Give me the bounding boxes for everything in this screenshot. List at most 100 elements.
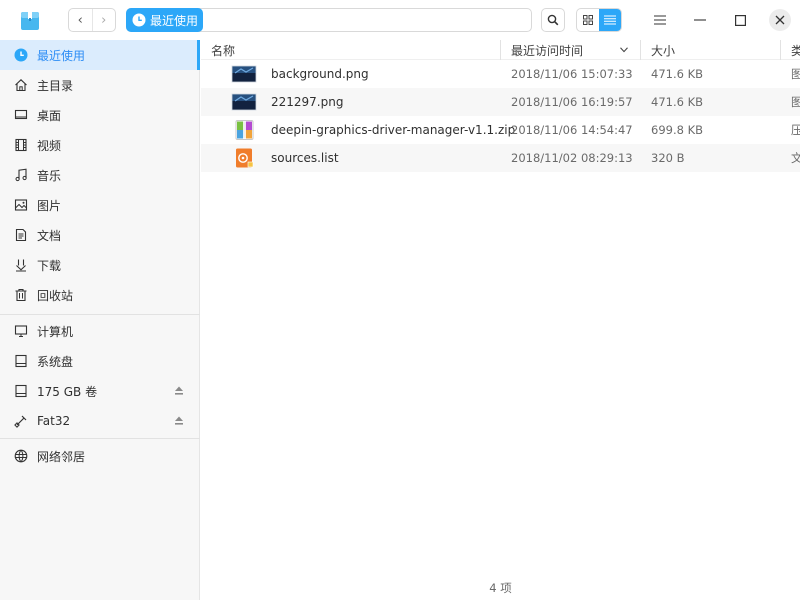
sidebar-item-downloads[interactable]: 下载 bbox=[0, 250, 200, 280]
navigation-buttons: ‹ › bbox=[68, 8, 116, 32]
disk-icon bbox=[13, 353, 29, 369]
file-access-time: 2018/11/06 16:19:57 bbox=[511, 95, 633, 109]
file-name: background.png bbox=[271, 67, 369, 81]
sidebar-item-label: 系统盘 bbox=[37, 354, 74, 369]
column-divider[interactable] bbox=[500, 40, 501, 60]
video-icon bbox=[13, 137, 29, 153]
back-button[interactable]: ‹ bbox=[69, 9, 92, 31]
image-file-icon bbox=[231, 65, 257, 83]
sort-chevron-down-icon[interactable] bbox=[620, 47, 628, 53]
computer-icon bbox=[13, 323, 29, 339]
sidebar-item-documents[interactable]: 文档 bbox=[0, 220, 200, 250]
disk-icon bbox=[13, 383, 29, 399]
column-header: 名称 最近访问时间 大小 类 bbox=[201, 40, 800, 60]
sidebar-item-label: 音乐 bbox=[37, 168, 62, 183]
close-button[interactable] bbox=[768, 8, 792, 32]
column-header-time-label: 最近访问时间 bbox=[511, 43, 584, 58]
file-name: 221297.png bbox=[271, 95, 344, 109]
file-name: deepin-graphics-driver-manager-v1.1.zip bbox=[271, 123, 516, 137]
sidebar-item-recent[interactable]: 最近使用 bbox=[0, 40, 200, 70]
sidebar-divider bbox=[0, 438, 200, 439]
address-bar[interactable]: 最近使用 bbox=[126, 8, 532, 32]
table-row[interactable]: sources.list 2018/11/02 08:29:13 320 B 文 bbox=[201, 144, 800, 172]
sidebar-divider bbox=[0, 314, 200, 315]
text-file-icon bbox=[236, 148, 254, 168]
title-bar: ‹ › 最近使用 bbox=[0, 0, 800, 40]
sidebar-item-label: 图片 bbox=[37, 198, 62, 213]
column-header-type[interactable]: 类 bbox=[791, 40, 800, 60]
sidebar-item-system-disk[interactable]: 系统盘 bbox=[0, 346, 200, 376]
hamburger-icon bbox=[654, 15, 666, 25]
sidebar-item-label: Fat32 bbox=[37, 414, 71, 428]
column-divider[interactable] bbox=[640, 40, 641, 60]
icon-view-button[interactable] bbox=[577, 9, 599, 31]
sidebar-item-computer[interactable]: 计算机 bbox=[0, 316, 200, 346]
file-access-time: 2018/11/06 15:07:33 bbox=[511, 67, 633, 81]
sidebar-item-label: 175 GB 卷 bbox=[37, 384, 98, 399]
column-header-name[interactable]: 名称 bbox=[211, 40, 235, 60]
list-icon bbox=[604, 15, 616, 25]
breadcrumb-recent[interactable]: 最近使用 bbox=[126, 8, 203, 32]
clock-icon bbox=[132, 13, 146, 27]
sidebar-item-label: 主目录 bbox=[37, 78, 74, 93]
file-type: 图 bbox=[791, 67, 800, 81]
file-name: sources.list bbox=[271, 151, 339, 165]
column-header-time[interactable]: 最近访问时间 bbox=[511, 40, 583, 60]
grid-icon bbox=[583, 15, 593, 25]
clock-icon bbox=[13, 47, 29, 63]
sidebar-item-label: 计算机 bbox=[37, 324, 74, 339]
file-size: 320 B bbox=[651, 151, 685, 165]
sidebar-item-home[interactable]: 主目录 bbox=[0, 70, 200, 100]
sidebar-item-label: 视频 bbox=[37, 138, 62, 153]
sidebar-item-label: 网络邻居 bbox=[37, 449, 86, 464]
file-list-view: 名称 最近访问时间 大小 类 background.png 2018/11/06… bbox=[201, 40, 800, 600]
eject-icon[interactable] bbox=[175, 386, 183, 395]
home-icon bbox=[13, 77, 29, 93]
file-type: 图 bbox=[791, 95, 800, 109]
sidebar-item-music[interactable]: 音乐 bbox=[0, 160, 200, 190]
picture-icon bbox=[13, 197, 29, 213]
menu-button[interactable] bbox=[648, 8, 672, 32]
sidebar-item-desktop[interactable]: 桌面 bbox=[0, 100, 200, 130]
sidebar-item-fat32[interactable]: Fat32 bbox=[0, 406, 200, 436]
image-file-icon bbox=[231, 93, 257, 111]
eject-icon[interactable] bbox=[175, 416, 183, 425]
maximize-icon bbox=[734, 14, 746, 26]
column-divider[interactable] bbox=[780, 40, 781, 60]
file-access-time: 2018/11/02 08:29:13 bbox=[511, 151, 633, 165]
sidebar-item-videos[interactable]: 视频 bbox=[0, 130, 200, 160]
table-row[interactable]: background.png 2018/11/06 15:07:33 471.6… bbox=[201, 60, 800, 88]
table-row[interactable]: 221297.png 2018/11/06 16:19:57 471.6 KB … bbox=[201, 88, 800, 116]
sidebar-item-pictures[interactable]: 图片 bbox=[0, 190, 200, 220]
close-icon bbox=[775, 15, 785, 25]
maximize-button[interactable] bbox=[728, 8, 752, 32]
minimize-button[interactable] bbox=[688, 8, 712, 32]
usb-icon bbox=[13, 413, 29, 429]
sidebar-item-volume-175gb[interactable]: 175 GB 卷 bbox=[0, 376, 200, 406]
close-button-background bbox=[769, 9, 791, 31]
forward-button[interactable]: › bbox=[91, 9, 116, 31]
search-button[interactable] bbox=[541, 8, 565, 32]
status-item-count: 4 项 bbox=[489, 581, 512, 595]
search-icon bbox=[547, 14, 559, 26]
column-header-size[interactable]: 大小 bbox=[651, 40, 675, 60]
file-access-time: 2018/11/06 14:54:47 bbox=[511, 123, 633, 137]
list-view-button[interactable] bbox=[599, 9, 621, 31]
sidebar-item-label: 最近使用 bbox=[37, 48, 86, 63]
sidebar-item-trash[interactable]: 回收站 bbox=[0, 280, 200, 310]
file-size: 471.6 KB bbox=[651, 95, 704, 109]
file-manager-app-icon bbox=[21, 10, 39, 30]
zip-file-icon bbox=[235, 120, 254, 140]
music-icon bbox=[13, 167, 29, 183]
sidebar-item-label: 回收站 bbox=[37, 288, 74, 303]
file-type: 文 bbox=[791, 151, 800, 165]
network-icon bbox=[13, 448, 29, 464]
file-type: 压 bbox=[791, 123, 800, 137]
document-icon bbox=[13, 227, 29, 243]
table-row[interactable]: deepin-graphics-driver-manager-v1.1.zip … bbox=[201, 116, 800, 144]
download-icon bbox=[13, 257, 29, 273]
view-mode-switch bbox=[576, 8, 622, 32]
sidebar-item-network[interactable]: 网络邻居 bbox=[0, 441, 200, 471]
breadcrumb-label: 最近使用 bbox=[150, 13, 199, 28]
trash-icon bbox=[13, 287, 29, 303]
